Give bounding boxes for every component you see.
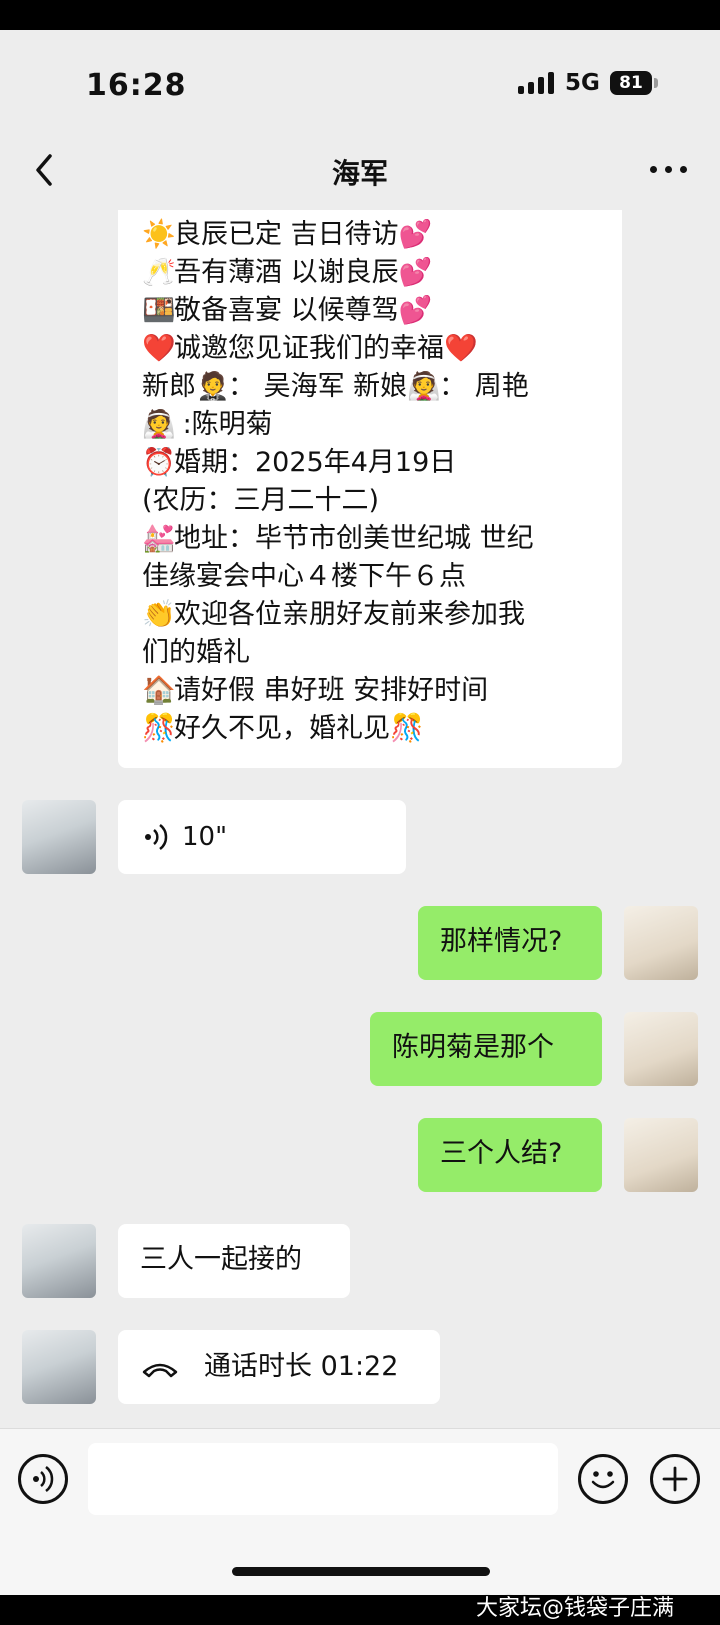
bento-icon: 🍱 (142, 295, 176, 326)
outgoing-message[interactable]: 陈明菊是那个 (370, 1012, 602, 1086)
status-time: 16:28 (86, 68, 187, 103)
invite-line-6: 👰 :陈明菊 (142, 409, 273, 440)
battery-icon: 81 (610, 71, 652, 95)
invite-line-11: 👏欢迎各位亲朋好友前来参加我 (142, 599, 525, 630)
voice-duration: 10" (182, 822, 228, 852)
confetti-icon: 🎊 (390, 713, 424, 744)
invite-line-3: 🍱敬备喜宴 以候尊驾💕 (142, 295, 433, 326)
network-label: 5G (565, 70, 600, 96)
message-input[interactable] (88, 1443, 558, 1515)
hearts-icon: 💕 (398, 295, 433, 326)
bride-icon: 👰 (142, 409, 176, 440)
avatar[interactable] (22, 1330, 96, 1404)
hearts-icon: 💕 (398, 257, 433, 288)
invite-line-1: ☀️良辰已定 吉日待访💕 (142, 219, 433, 250)
clap-icon: 👏 (142, 599, 176, 630)
red-heart-icon: ❤️ (444, 333, 478, 364)
invite-line-5: 新郎🤵： 吴海军 新娘👰： 周艳 (142, 371, 529, 402)
invite-line-8: (农历：三月二十二) (142, 485, 380, 516)
invite-line-7: ⏰婚期：2025年4月19日 (142, 447, 457, 478)
outgoing-message[interactable]: 那样情况? (418, 906, 602, 980)
invite-line-12: 们的婚礼 (142, 637, 250, 668)
incoming-message[interactable]: 三人一起接的 (118, 1224, 350, 1298)
wedding-chapel-icon: 💒 (142, 523, 176, 554)
hearts-icon: 💕 (398, 219, 433, 250)
invite-line-10: 佳缘宴会中心４楼下午６点 (142, 561, 466, 592)
invite-line-9: 💒地址：毕节市创美世纪城 世纪 (142, 523, 534, 554)
avatar[interactable] (624, 906, 698, 980)
home-indicator[interactable] (232, 1567, 490, 1576)
voice-wave-icon (145, 824, 168, 850)
emoji-icon[interactable] (578, 1454, 628, 1504)
top-frame (0, 0, 720, 30)
phone-handset-icon (142, 1363, 178, 1378)
plus-icon[interactable] (650, 1454, 700, 1504)
cheers-icon: 🥂 (142, 257, 176, 288)
outgoing-message[interactable]: 三个人结? (418, 1118, 602, 1192)
avatar[interactable] (624, 1118, 698, 1192)
confetti-icon: 🎊 (142, 713, 176, 744)
avatar[interactable] (624, 1012, 698, 1086)
watermark: 大家坛@钱袋子庄满 (476, 1596, 675, 1621)
red-heart-icon: ❤️ (142, 333, 176, 364)
battery-cap (654, 78, 658, 88)
bride-icon: 👰 (407, 371, 441, 402)
call-duration-label: 通话时长 01:22 (204, 1351, 399, 1382)
chat-title: 海军 (331, 157, 388, 190)
avatar[interactable] (22, 1224, 96, 1298)
alarm-clock-icon: ⏰ (142, 447, 176, 478)
house-icon: 🏠 (142, 675, 176, 706)
avatar[interactable] (22, 800, 96, 874)
invite-line-4: ❤️诚邀您见证我们的幸福❤️ (142, 333, 478, 364)
invite-line-2: 🥂吾有薄酒 以谢良辰💕 (142, 257, 433, 288)
groom-icon: 🤵 (196, 371, 230, 402)
voice-toggle-icon[interactable] (18, 1454, 68, 1504)
sun-icon: ☀️ (142, 219, 176, 250)
invite-line-13: 🏠请好假 串好班 安排好时间 (142, 675, 489, 706)
invite-line-14: 🎊好久不见，婚礼见🎊 (142, 713, 424, 744)
signal-icon (518, 72, 554, 94)
more-dots-icon[interactable] (650, 166, 690, 176)
